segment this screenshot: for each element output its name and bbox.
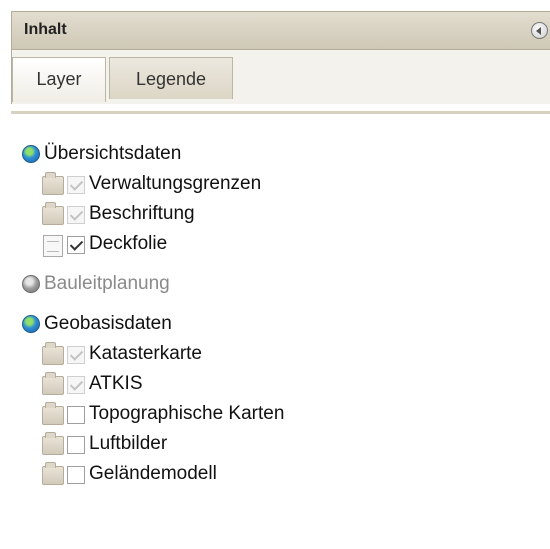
tab-legende[interactable]: Legende	[109, 57, 233, 99]
tree-item-atkis[interactable]: ATKIS	[22, 370, 542, 400]
document-icon	[43, 235, 63, 257]
layer-label: Luftbilder	[89, 433, 168, 454]
folder-icon	[42, 372, 64, 395]
tree-item-luftbilder[interactable]: Luftbilder	[22, 430, 542, 460]
layer-label: ATKIS	[89, 373, 143, 394]
folder-icon	[42, 462, 64, 485]
tab-bar: Layer Legende	[11, 50, 550, 106]
tab-layer[interactable]: Layer	[12, 57, 106, 102]
layer-checkbox[interactable]	[67, 466, 85, 484]
layer-checkbox[interactable]	[67, 346, 85, 364]
layer-checkbox[interactable]	[67, 376, 85, 394]
folder-icon	[42, 402, 64, 425]
layer-label: Beschriftung	[89, 203, 195, 224]
tree-item-beschriftung[interactable]: Beschriftung	[22, 200, 542, 230]
group-label: Übersichtsdaten	[44, 143, 182, 164]
panel-header: Inhalt	[11, 11, 550, 50]
tree-item-verwaltungsgrenzen[interactable]: Verwaltungsgrenzen	[22, 170, 542, 200]
tree-item-topographische-karten[interactable]: Topographische Karten	[22, 400, 542, 430]
globe-gray-icon	[22, 275, 40, 293]
layer-checkbox[interactable]	[67, 436, 85, 454]
layer-panel: Inhalt Layer Legende Übersichtsdaten Ver…	[0, 0, 550, 549]
globe-icon	[22, 315, 40, 333]
layer-label: Katasterkarte	[89, 343, 202, 364]
group-label: Geobasisdaten	[44, 313, 172, 334]
tree-item-deckfolie[interactable]: Deckfolie	[22, 230, 542, 260]
group-label: Bauleitplanung	[44, 273, 170, 294]
globe-icon	[22, 145, 40, 163]
panel-title: Inhalt	[24, 21, 67, 38]
tree-group-bauleitplanung[interactable]: Bauleitplanung	[22, 270, 542, 300]
layer-label: Topographische Karten	[89, 403, 285, 424]
tree-item-katasterkarte[interactable]: Katasterkarte	[22, 340, 542, 370]
layer-label: Verwaltungsgrenzen	[89, 173, 262, 194]
tree-group-geobasisdaten[interactable]: Geobasisdaten	[22, 310, 542, 340]
folder-icon	[42, 342, 64, 365]
layer-checkbox[interactable]	[67, 176, 85, 194]
tree-item-gelaendemodell[interactable]: Geländemodell	[22, 460, 542, 490]
layer-checkbox[interactable]	[67, 206, 85, 224]
tab-content-border	[11, 104, 550, 114]
folder-icon	[42, 432, 64, 455]
collapse-arrow-icon[interactable]	[531, 22, 548, 39]
folder-icon	[42, 202, 64, 225]
layer-tree: Übersichtsdaten Verwaltungsgrenzen Besch…	[22, 140, 542, 490]
layer-checkbox[interactable]	[67, 406, 85, 424]
layer-label: Deckfolie	[89, 233, 168, 254]
layer-label: Geländemodell	[89, 463, 217, 484]
folder-icon	[42, 172, 64, 195]
layer-checkbox[interactable]	[67, 236, 85, 254]
tree-group-uebersichtsdaten[interactable]: Übersichtsdaten	[22, 140, 542, 170]
